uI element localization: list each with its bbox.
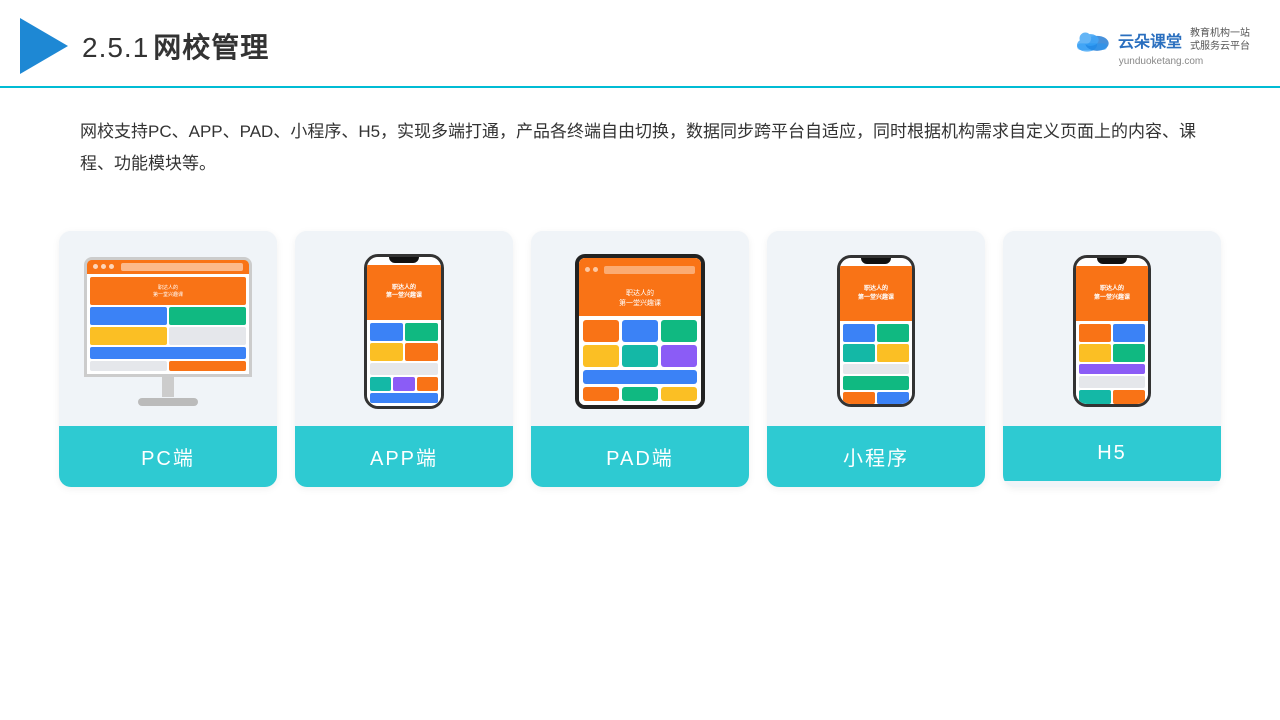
page-title: 2.5.1网校管理 bbox=[82, 26, 269, 66]
title-text: 网校管理 bbox=[153, 32, 269, 63]
app-mockup: 职达人的第一堂兴趣课 bbox=[364, 254, 444, 409]
card-h5-image: 职达人的第一堂兴趣课 bbox=[1003, 231, 1221, 426]
card-mini-image: 职达人的第一堂兴趣课 bbox=[767, 231, 985, 426]
logo-url: yunduoketang.com bbox=[1119, 56, 1204, 67]
cloud-icon bbox=[1072, 26, 1112, 54]
card-h5-label: H5 bbox=[1003, 426, 1221, 481]
header: 2.5.1网校管理 云朵课堂 教育机构一站 式服务云平台 yunduoketan… bbox=[0, 0, 1280, 88]
description-text: 网校支持PC、APP、PAD、小程序、H5，实现多端打通，产品各终端自由切换，数… bbox=[0, 88, 1280, 191]
cards-container: 职达人的第一堂兴趣课 PC bbox=[0, 201, 1280, 487]
card-pad-label: PAD端 bbox=[531, 426, 749, 487]
description-content: 网校支持PC、APP、PAD、小程序、H5，实现多端打通，产品各终端自由切换，数… bbox=[80, 122, 1196, 173]
card-mini: 职达人的第一堂兴趣课 bbox=[767, 231, 985, 487]
card-pad-image: 职达人的第一堂兴趣课 bbox=[531, 231, 749, 426]
card-app-image: 职达人的第一堂兴趣课 bbox=[295, 231, 513, 426]
card-h5: 职达人的第一堂兴趣课 bbox=[1003, 231, 1221, 487]
h5-mockup: 职达人的第一堂兴趣课 bbox=[1073, 255, 1151, 407]
pad-mockup: 职达人的第一堂兴趣课 bbox=[575, 254, 705, 409]
mini-mockup: 职达人的第一堂兴趣课 bbox=[837, 255, 915, 407]
play-icon bbox=[20, 18, 68, 74]
card-pc-label: PC端 bbox=[59, 426, 277, 487]
pc-mockup: 职达人的第一堂兴趣课 bbox=[84, 257, 252, 406]
card-app-label: APP端 bbox=[295, 426, 513, 487]
card-pad: 职达人的第一堂兴趣课 P bbox=[531, 231, 749, 487]
card-mini-label: 小程序 bbox=[767, 426, 985, 487]
card-pc-image: 职达人的第一堂兴趣课 bbox=[59, 231, 277, 426]
logo-text: 云朵课堂 bbox=[1118, 28, 1182, 52]
logo-tagline1: 教育机构一站 bbox=[1190, 27, 1250, 40]
card-app: 职达人的第一堂兴趣课 bbox=[295, 231, 513, 487]
header-left: 2.5.1网校管理 bbox=[20, 18, 269, 74]
logo-area: 云朵课堂 教育机构一站 式服务云平台 yunduoketang.com bbox=[1072, 26, 1250, 67]
card-pc: 职达人的第一堂兴趣课 PC bbox=[59, 231, 277, 487]
title-number: 2.5.1 bbox=[82, 32, 149, 63]
logo-tagline2: 式服务云平台 bbox=[1190, 40, 1250, 53]
logo-cloud: 云朵课堂 教育机构一站 式服务云平台 bbox=[1072, 26, 1250, 54]
